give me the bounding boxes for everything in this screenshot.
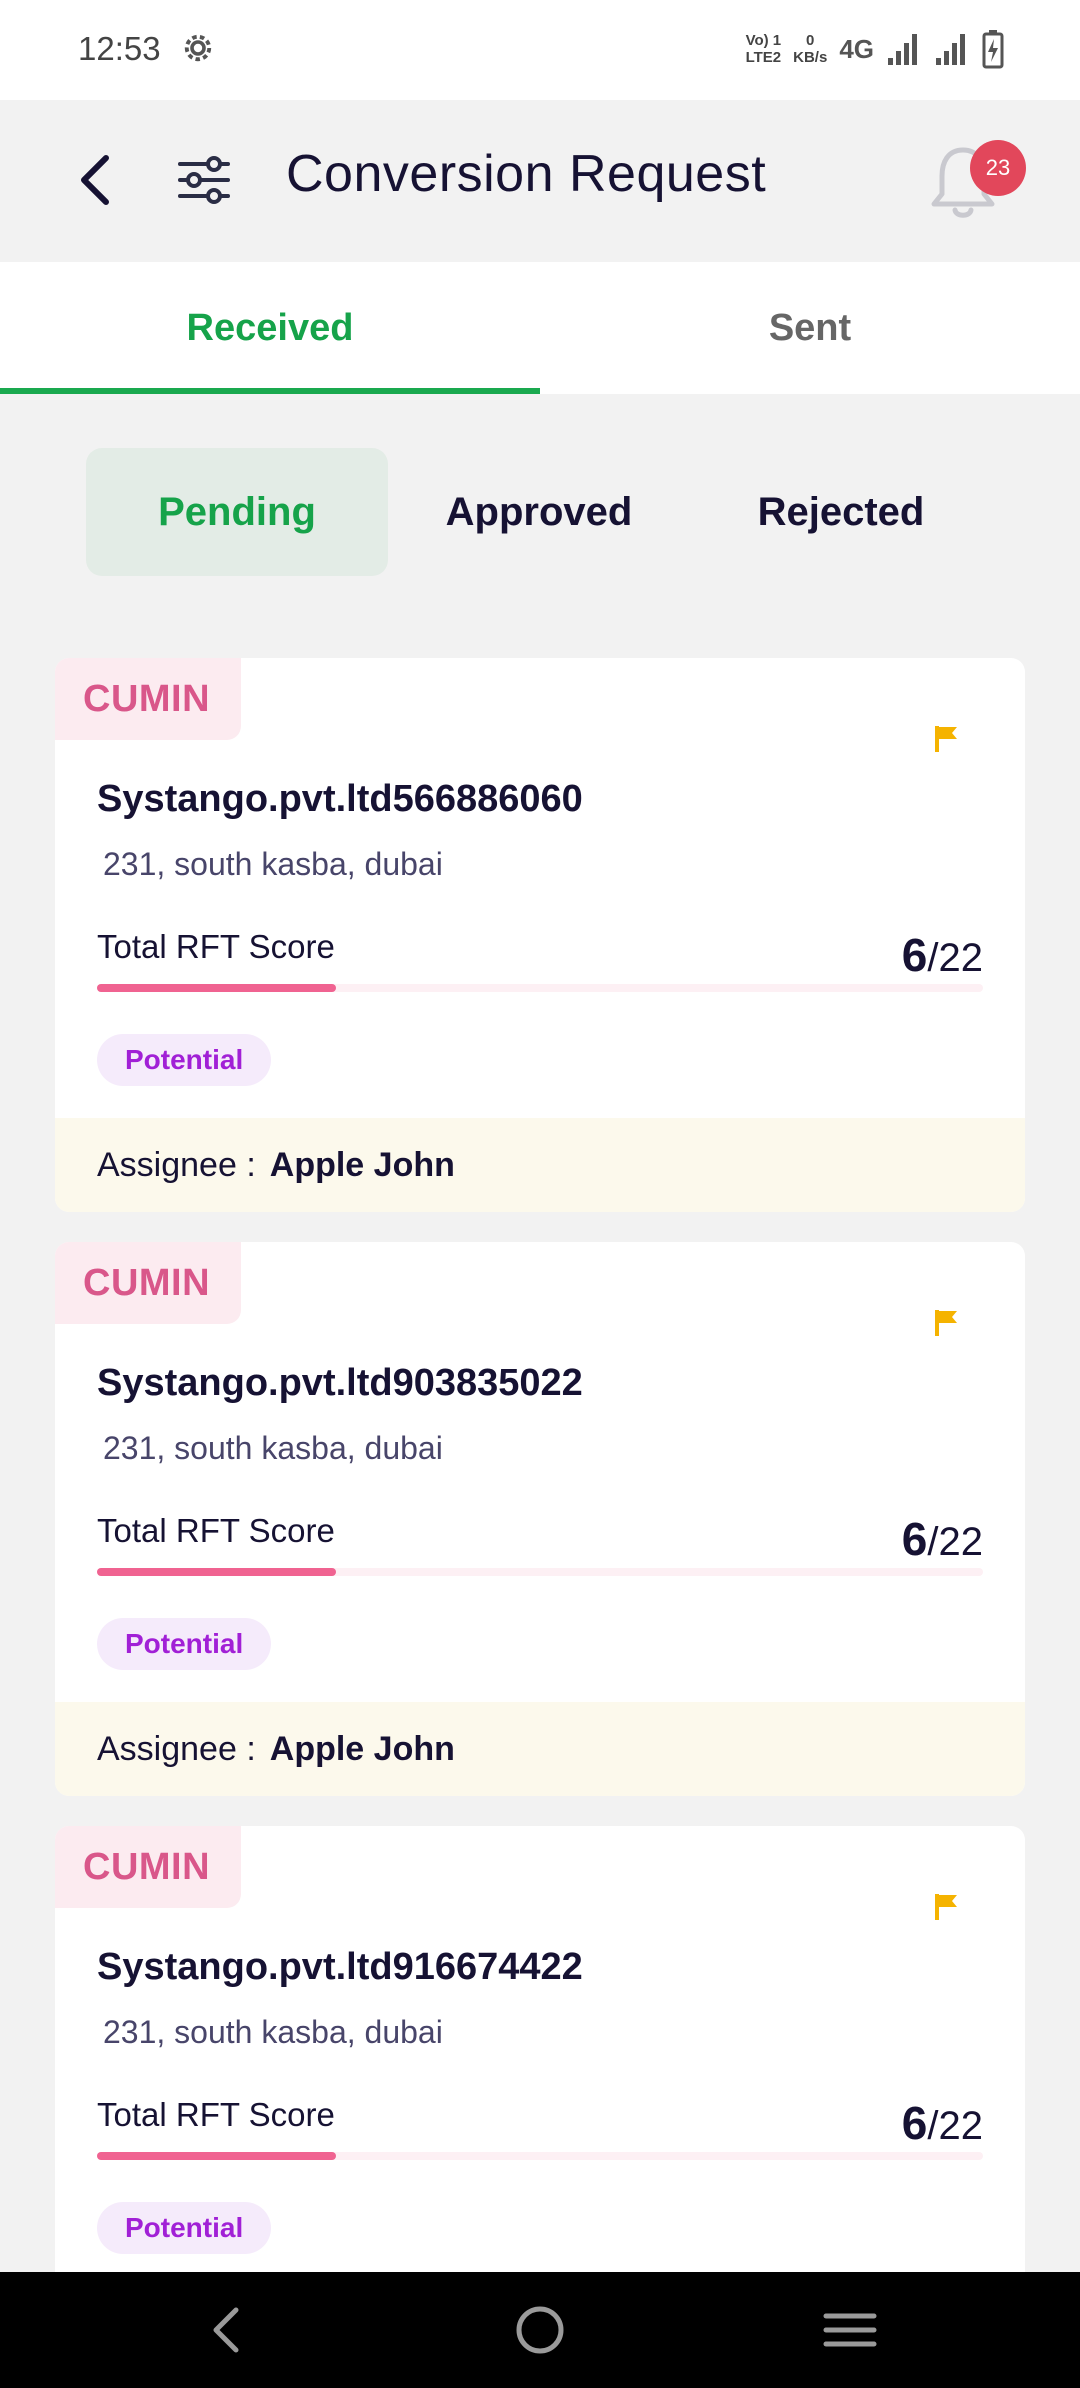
main-tabs: Received Sent	[0, 262, 1080, 394]
rft-score-label: Total RFT Score	[97, 928, 335, 965]
signal-icon	[888, 34, 917, 65]
assignee-row: Assignee : Apple John	[55, 1702, 1025, 1796]
rft-progress-bar	[97, 984, 983, 992]
company-name: Systango.pvt.ltd916674422	[97, 1946, 583, 1988]
flag-icon[interactable]	[933, 1892, 959, 1922]
rft-score-label: Total RFT Score	[97, 1512, 335, 1549]
gear-icon	[184, 34, 212, 62]
tab-pending[interactable]: Pending	[86, 448, 388, 576]
crop-tag: CUMIN	[55, 1242, 241, 1324]
status-filter-tabs: Pending Approved Rejected	[86, 448, 996, 576]
tab-received[interactable]: Received	[0, 262, 540, 394]
company-address: 231, south kasba, dubai	[103, 1430, 443, 1466]
rft-score-value: 6/22	[901, 929, 983, 981]
tab-sent[interactable]: Sent	[540, 262, 1080, 394]
page-title: Conversion Request	[286, 145, 767, 203]
back-nav-icon[interactable]	[196, 2298, 260, 2362]
recents-nav-icon[interactable]	[818, 2298, 882, 2362]
request-card[interactable]: CUMIN Systango.pvt.ltd566886060 231, sou…	[55, 658, 1025, 1212]
status-badge: Potential	[97, 1618, 272, 1670]
app-header: Conversion Request 23	[0, 100, 1080, 260]
assignee-label: Assignee :	[97, 1729, 256, 1768]
signal-icon	[936, 34, 965, 65]
sliders-icon[interactable]	[176, 150, 232, 210]
company-name: Systango.pvt.ltd566886060	[97, 778, 583, 820]
company-address: 231, south kasba, dubai	[103, 846, 443, 882]
assignee-name: Apple John	[269, 1729, 455, 1768]
rft-progress-fill	[97, 984, 337, 992]
battery-charging-icon	[982, 30, 1004, 69]
rft-score-value: 6/22	[901, 2097, 983, 2149]
rft-progress-bar	[97, 2152, 983, 2160]
assignee-name: Apple John	[269, 1145, 455, 1184]
rft-score-label: Total RFT Score	[97, 2096, 335, 2133]
rft-progress-fill	[97, 1568, 337, 1576]
notification-badge: 23	[970, 140, 1026, 196]
home-nav-icon[interactable]	[508, 2298, 572, 2362]
request-card[interactable]: CUMIN Systango.pvt.ltd903835022 231, sou…	[55, 1242, 1025, 1796]
back-icon[interactable]	[72, 150, 120, 210]
status-time: 12:53	[78, 30, 161, 67]
crop-tag: CUMIN	[55, 658, 241, 740]
tab-approved[interactable]: Approved	[388, 448, 690, 576]
status-badge: Potential	[97, 2202, 272, 2254]
company-address: 231, south kasba, dubai	[103, 2014, 443, 2050]
tab-rejected[interactable]: Rejected	[690, 448, 992, 576]
company-name: Systango.pvt.ltd903835022	[97, 1362, 583, 1404]
rft-progress-fill	[97, 2152, 337, 2160]
system-nav-bar	[0, 2272, 1080, 2388]
assignee-label: Assignee :	[97, 1145, 256, 1184]
assignee-row: Assignee : Apple John	[55, 1118, 1025, 1212]
flag-icon[interactable]	[933, 724, 959, 754]
status-badge: Potential	[97, 1034, 272, 1086]
volte-indicator: Vo) 1 LTE2	[745, 32, 782, 66]
status-indicators: Vo) 1 LTE2 0 KB/s 4G	[746, 26, 1004, 72]
rft-progress-bar	[97, 1568, 983, 1576]
crop-tag: CUMIN	[55, 1826, 241, 1908]
network-speed: 0 KB/s	[793, 32, 828, 66]
request-list: CUMIN Systango.pvt.ltd566886060 231, sou…	[55, 658, 1025, 2388]
flag-icon[interactable]	[933, 1308, 959, 1338]
rft-score-value: 6/22	[901, 1513, 983, 1565]
status-bar: 12:53 Vo) 1 LTE2 0 KB/s 4G	[0, 0, 1080, 100]
network-type: 4G	[839, 33, 874, 64]
